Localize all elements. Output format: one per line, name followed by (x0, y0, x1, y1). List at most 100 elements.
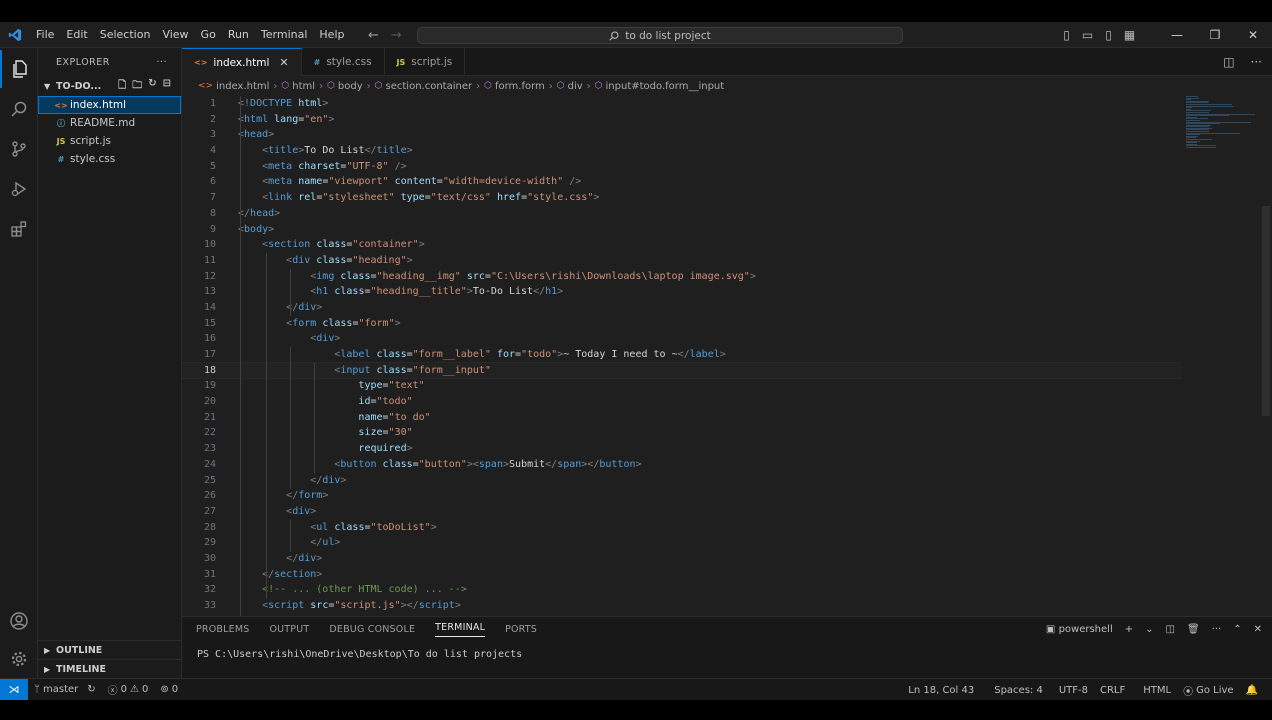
code-line[interactable]: 21 name="to do" (182, 410, 1182, 426)
new-folder-icon[interactable]: 🗀 (132, 78, 142, 95)
close-tab-icon[interactable]: ✕ (279, 56, 288, 69)
new-file-icon[interactable]: 🗋 (118, 78, 126, 95)
problems-status[interactable]: ⓧ 0 ⚠ 0 (102, 682, 155, 697)
account-icon[interactable] (0, 602, 38, 640)
source-control-icon[interactable] (0, 130, 38, 168)
manage-gear-icon[interactable] (0, 640, 38, 678)
split-editor-icon[interactable]: ◫ (1223, 55, 1234, 69)
code-line[interactable]: 22 size="30" (182, 425, 1182, 441)
editor-tab[interactable]: <> index.html ✕ (182, 48, 302, 76)
menu-selection[interactable]: Selection (94, 22, 157, 48)
code-line[interactable]: 15 <form class="form"> (182, 316, 1182, 332)
terminal-shell-selector[interactable]: ▣ powershell (1046, 624, 1113, 635)
menu-help[interactable]: Help (313, 22, 350, 48)
ports-status[interactable]: ⊚ 0 (154, 684, 184, 695)
code-line[interactable]: 29 </ul> (182, 535, 1182, 551)
toggle-secondary-sidebar-icon[interactable]: ▯ (1098, 28, 1119, 42)
more-actions-icon[interactable]: ··· (1212, 624, 1222, 635)
file-item[interactable]: JS script.js (38, 132, 181, 150)
code-line[interactable]: 30 </div> (182, 551, 1182, 567)
code-line[interactable]: 16 <div> (182, 331, 1182, 347)
menu-edit[interactable]: Edit (60, 22, 93, 48)
code-line[interactable]: 14 </div> (182, 300, 1182, 316)
encoding[interactable]: UTF-8 (1053, 685, 1094, 696)
code-line[interactable]: 2 <html lang="en"> (182, 112, 1182, 128)
breadcrumb-item[interactable]: html (292, 81, 315, 92)
code-line[interactable]: 27 <div> (182, 504, 1182, 520)
menu-run[interactable]: Run (222, 22, 255, 48)
minimize-icon[interactable]: — (1158, 28, 1196, 42)
language-mode[interactable]: HTML (1137, 685, 1177, 696)
notifications-icon[interactable]: 🔔 (1240, 685, 1264, 696)
menu-view[interactable]: View (156, 22, 194, 48)
code-line[interactable]: 24 <button class="button"><span>Submit</… (182, 457, 1182, 473)
customize-layout-icon[interactable]: ▦ (1119, 28, 1140, 42)
vertical-scrollbar[interactable] (1260, 96, 1272, 616)
chevron-down-icon[interactable]: ⌄ (1145, 624, 1153, 635)
search-view-icon[interactable] (0, 90, 38, 128)
close-window-icon[interactable]: ✕ (1234, 28, 1272, 42)
code-line[interactable]: 4 <title>To Do List</title> (182, 143, 1182, 159)
breadcrumb-item[interactable]: form.form (495, 81, 545, 92)
breadcrumb-item[interactable]: index.html (216, 81, 269, 92)
forward-arrow-icon[interactable]: → (391, 28, 402, 43)
panel-tab[interactable]: OUTPUT (269, 624, 309, 635)
refresh-icon[interactable]: ↻ (148, 78, 156, 95)
panel-tab[interactable]: PORTS (505, 624, 537, 635)
menu-terminal[interactable]: Terminal (255, 22, 314, 48)
code-editor[interactable]: 1 <!DOCTYPE html> 2 <html lang="en"> 3 <head>… (182, 96, 1182, 616)
timeline-section[interactable]: ▶ TIMELINE (38, 659, 182, 678)
code-line[interactable]: 26 </form> (182, 488, 1182, 504)
code-line[interactable]: 18 <input class="form__input" (182, 361, 1182, 380)
code-line[interactable]: 31 </section> (182, 567, 1182, 583)
code-line[interactable]: 11 <div class="heading"> (182, 253, 1182, 269)
maximize-panel-icon[interactable]: ⌃ (1233, 624, 1241, 635)
file-item[interactable]: ⓘ README.md (38, 114, 181, 132)
indentation[interactable]: Spaces: 4 (988, 685, 1049, 696)
command-center-search[interactable]: to do list project (417, 27, 903, 44)
code-line[interactable]: 6 <meta name="viewport" content="width=d… (182, 174, 1182, 190)
breadcrumb-item[interactable]: div (568, 81, 583, 92)
more-actions-icon[interactable]: ··· (1251, 55, 1262, 69)
breadcrumb-item[interactable]: body (338, 81, 363, 92)
code-line[interactable]: 3 <head> (182, 127, 1182, 143)
code-line[interactable]: 12 <img class="heading__img" src="C:\Use… (182, 269, 1182, 285)
code-line[interactable]: 1 <!DOCTYPE html> (182, 96, 1182, 112)
close-panel-icon[interactable]: ✕ (1254, 624, 1262, 635)
file-item[interactable]: # style.css (38, 150, 181, 168)
trash-icon[interactable]: 🗑 (1187, 624, 1200, 635)
run-debug-icon[interactable] (0, 170, 38, 208)
toggle-panel-icon[interactable]: ▭ (1077, 28, 1098, 42)
editor-tab[interactable]: JS script.js (385, 48, 466, 76)
panel-tab[interactable]: TERMINAL (435, 622, 486, 637)
toggle-primary-sidebar-icon[interactable]: ▯ (1056, 28, 1077, 42)
collapse-all-icon[interactable]: ⊟ (163, 78, 171, 95)
code-line[interactable]: 33 <script src="script.js"></script> (182, 598, 1182, 614)
cursor-position[interactable]: Ln 18, Col 43 (902, 685, 980, 696)
split-terminal-icon[interactable]: ◫ (1166, 624, 1175, 635)
code-line[interactable]: 7 <link rel="stylesheet" type="text/css"… (182, 190, 1182, 206)
panel-tab[interactable]: DEBUG CONSOLE (329, 624, 415, 635)
project-folder[interactable]: ▼ TO-DO... 🗋 🗀 ↻ ⊟ (38, 76, 181, 96)
code-line[interactable]: 20 id="todo" (182, 394, 1182, 410)
branch-status[interactable]: ᛘ master ↻ (28, 684, 102, 695)
code-line[interactable]: 5 <meta charset="UTF-8" /> (182, 159, 1182, 175)
back-arrow-icon[interactable]: ← (368, 28, 379, 43)
code-line[interactable]: 28 <ul class="toDoList"> (182, 520, 1182, 536)
menu-go[interactable]: Go (195, 22, 222, 48)
terminal-prompt[interactable]: PS C:\Users\rishi\OneDrive\Desktop\To do… (182, 649, 1272, 660)
code-line[interactable]: 17 <label class="form__label" for="todo"… (182, 347, 1182, 363)
code-line[interactable]: 9 <body> (182, 222, 1182, 238)
more-actions-icon[interactable]: ··· (156, 57, 167, 68)
end-of-line[interactable]: CRLF (1094, 685, 1131, 696)
remote-icon[interactable]: ⋊ (0, 678, 28, 700)
restore-icon[interactable]: ❐ (1196, 28, 1234, 42)
panel-tab[interactable]: PROBLEMS (196, 624, 249, 635)
code-line[interactable]: 25 </div> (182, 473, 1182, 489)
code-line[interactable]: 8 </head> (182, 206, 1182, 222)
explorer-icon[interactable] (0, 50, 38, 88)
breadcrumb-item[interactable]: input#todo.form__input (606, 81, 725, 92)
code-line[interactable]: 32 <!-- ... (other HTML code) ... --> (182, 582, 1182, 598)
breadcrumb-item[interactable]: section.container (386, 81, 473, 92)
minimap[interactable] (1186, 96, 1260, 156)
